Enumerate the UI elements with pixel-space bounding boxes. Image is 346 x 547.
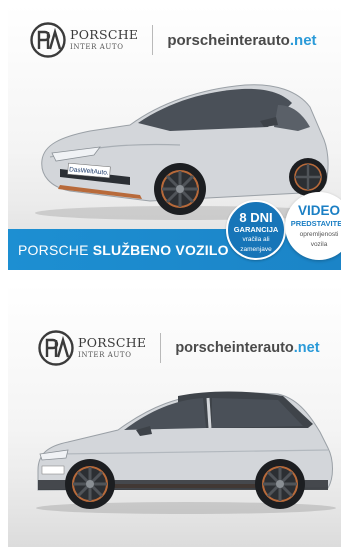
car-side-profile-image — [36, 391, 336, 514]
dealer-logo: PORSCHE INTER AUTO — [30, 22, 138, 58]
banner-text: PORSCHE SLUŽBENO VOZILO — [18, 241, 229, 258]
listing-photo-front[interactable]: PORSCHE INTER AUTO porscheinterauto.net … — [8, 5, 341, 270]
warranty-note-2: zamenjave — [240, 245, 272, 253]
car-front-three-quarter-image: DasWeltAuto. — [35, 84, 335, 220]
brand-name: PORSCHE — [78, 335, 147, 351]
brand-name: PORSCHE — [70, 27, 139, 43]
warranty-label: GARANCIJA — [233, 225, 279, 234]
brand-subtitle: INTER AUTO — [70, 42, 124, 51]
video-title: VIDEO — [297, 203, 340, 218]
header-divider — [152, 25, 154, 55]
brand-header: PORSCHE INTER AUTO porscheinterauto.net — [8, 11, 341, 69]
warranty-badge: 8 DNI GARANCIJA vračila ali zamenjave — [226, 200, 286, 260]
warranty-note-1: vračila ali — [242, 236, 270, 244]
brand-subtitle: INTER AUTO — [78, 350, 132, 359]
listing-photo-side[interactable]: PORSCHE INTER AUTO porscheinterauto.net — [8, 284, 341, 547]
warranty-days: 8 DNI — [239, 210, 273, 225]
dealer-logo: PORSCHE INTER AUTO — [38, 330, 146, 366]
header-divider — [160, 333, 162, 363]
pia-logo-icon — [38, 330, 74, 366]
site-url: porscheinterauto.net — [167, 31, 317, 49]
pia-logo-icon — [30, 22, 66, 58]
video-note-2: vozila — [310, 241, 328, 249]
site-url: porscheinterauto.net — [175, 340, 320, 356]
video-label: PREDSTAVITEV — [290, 218, 341, 228]
video-note-1: opremljenosti — [299, 230, 339, 238]
brand-header: PORSCHE INTER AUTO porscheinterauto.net — [8, 319, 341, 377]
